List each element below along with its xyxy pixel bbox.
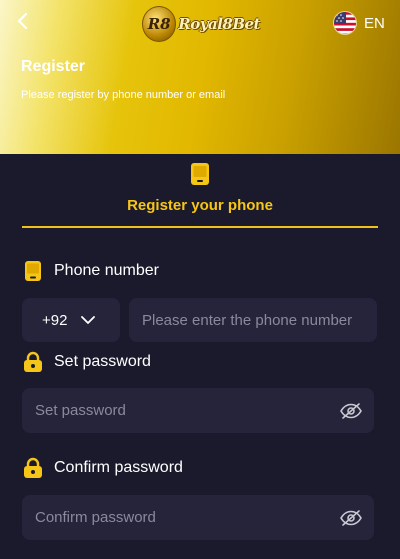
eye-off-icon[interactable] [340,509,362,526]
set-password-box [22,388,374,433]
logo-text: Royal8Bet [178,15,260,33]
phone-input-box [129,298,377,342]
phone-number-label: Phone number [54,262,159,279]
page-subtitle: Please register by phone number or email [21,89,226,101]
phone-number-label-row: Phone number [22,260,159,282]
set-password-input[interactable] [35,402,330,419]
country-code-select[interactable]: +92 [22,298,120,342]
confirm-password-input[interactable] [35,509,330,526]
chevron-left-icon[interactable] [12,10,34,32]
set-password-label-row: Set password [22,351,151,373]
language-label: EN [364,14,385,32]
confirm-password-box [22,495,374,540]
lock-icon [22,457,44,479]
page-title: Register [21,58,86,75]
tab-underline [22,226,378,228]
us-flag-icon [333,11,357,35]
lock-icon [22,351,44,373]
confirm-password-label-row: Confirm password [22,457,183,479]
set-password-label: Set password [54,353,151,370]
tab-register-phone[interactable]: Register your phone [0,197,400,214]
chevron-down-icon [81,315,96,325]
header-banner: R8 Royal8Bet EN Register Please register… [0,0,400,154]
logo-mark: R8 [142,6,177,42]
confirm-password-label: Confirm password [54,459,183,476]
eye-off-icon[interactable] [340,402,362,419]
phone-input[interactable] [142,311,377,329]
brand-logo: R8 Royal8Bet [142,5,260,43]
language-selector[interactable]: EN [333,10,385,36]
phone-icon [190,162,210,186]
country-code-value: +92 [42,311,68,329]
phone-icon [22,260,44,282]
